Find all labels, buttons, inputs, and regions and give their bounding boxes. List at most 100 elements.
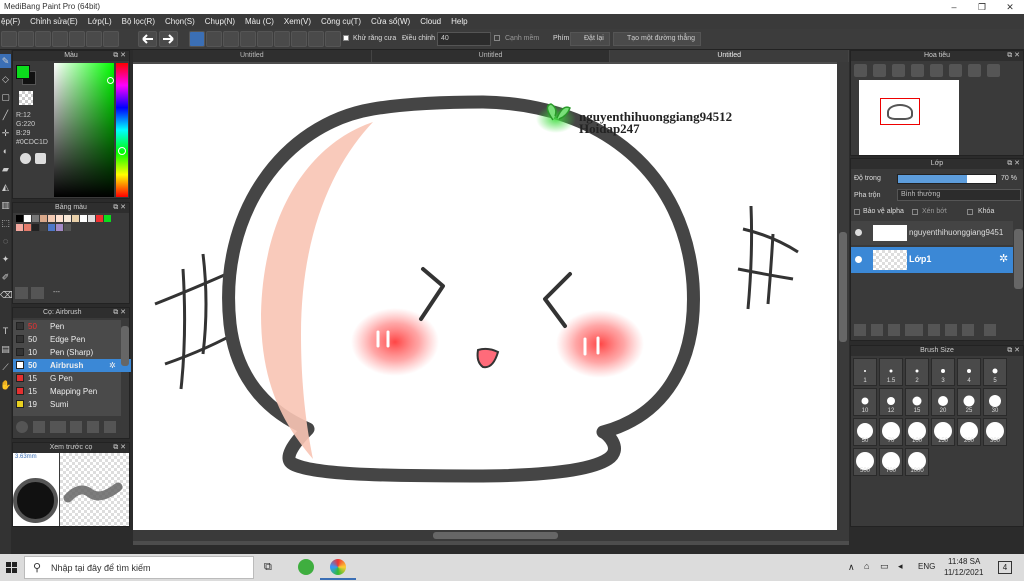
select-pen-icon[interactable]: ✐ — [0, 270, 11, 284]
frame-icon[interactable] — [103, 31, 119, 47]
menu-select[interactable]: Chọn(S) — [160, 17, 200, 26]
menu-layer[interactable]: Lớp(L) — [83, 17, 117, 26]
text-tool-icon[interactable]: T — [0, 324, 11, 338]
new-brush-icon[interactable] — [33, 421, 45, 433]
merge-layer-icon[interactable] — [962, 324, 974, 336]
new-1bit-layer-icon[interactable] — [888, 324, 900, 336]
operation-tool-icon[interactable]: ◐ — [0, 144, 11, 158]
undo-icon[interactable] — [138, 31, 157, 47]
notification-icon[interactable]: 4 — [998, 561, 1012, 574]
cloud-icon[interactable] — [1, 31, 17, 47]
canvas[interactable]: nguyenthihuonggiang94512 Hoidap247 — [133, 64, 837, 530]
concentric-snap-icon[interactable] — [274, 31, 290, 47]
speaker-icon[interactable]: ◂ — [898, 561, 903, 572]
divide-tool-icon[interactable]: ▤ — [0, 342, 11, 356]
brush-size-option[interactable]: 2 — [905, 358, 929, 386]
magic-wand-icon[interactable]: ✦ — [0, 252, 11, 266]
menu-file[interactable]: ệp(F) — [0, 17, 25, 26]
speech-bubble-icon[interactable] — [35, 31, 51, 47]
brush-size-option[interactable]: 20 — [931, 388, 955, 416]
brush-size-option[interactable]: 3 — [931, 358, 955, 386]
menu-edit[interactable]: Chỉnh sửa(E) — [25, 17, 83, 26]
brush-size-option[interactable]: 30 — [983, 388, 1007, 416]
brush-size-option[interactable]: 300 — [983, 418, 1007, 446]
eraser-tool-icon[interactable]: ◇ — [0, 72, 11, 86]
duplicate-brush-icon[interactable] — [104, 421, 116, 433]
color-picker-icon[interactable] — [35, 153, 46, 164]
parallel-snap-icon[interactable] — [206, 31, 222, 47]
brush-size-option[interactable]: 500 — [853, 448, 877, 476]
brush-folder-icon[interactable] — [87, 421, 99, 433]
layer-row[interactable]: nguyenthihuonggiang9451 — [851, 221, 1013, 245]
vertical-scrollbar[interactable] — [837, 62, 849, 532]
menu-filter[interactable]: Bộ lọc(R) — [117, 17, 160, 26]
brush-size-option[interactable]: 10 — [853, 388, 877, 416]
chat-icon[interactable] — [18, 31, 34, 47]
brush-size-option[interactable]: 100 — [905, 418, 929, 446]
brush-size-option[interactable]: 12 — [879, 388, 903, 416]
flip-icon[interactable] — [987, 64, 1000, 77]
lock-checkbox[interactable] — [967, 209, 973, 215]
radial-snap-icon[interactable] — [257, 31, 273, 47]
language-indicator[interactable]: ENG — [918, 562, 935, 571]
brush-settings-icon[interactable]: ✲ — [109, 359, 116, 372]
bucket-tool-icon[interactable]: ◭ — [0, 180, 11, 194]
straight-line-button[interactable]: Tạo một đường thẳng — [613, 32, 701, 46]
brush-size-option[interactable]: 25 — [957, 388, 981, 416]
brush-item-airbrush[interactable]: 50 Airbrush ✲ — [13, 359, 131, 372]
color-wheel-icon[interactable] — [20, 153, 31, 164]
brush-size-option[interactable]: 70 — [879, 418, 903, 446]
brush-size-option[interactable]: 200 — [957, 418, 981, 446]
layer-scrollbar[interactable] — [1014, 229, 1023, 289]
canvas-area[interactable]: nguyenthihuonggiang94512 Hoidap247 — [133, 62, 849, 545]
layer-row-selected[interactable]: Lớp1 ✲ — [851, 247, 1013, 273]
chevron-up-icon[interactable]: ∧ — [848, 562, 855, 573]
palette-swatches[interactable] — [16, 215, 120, 235]
horizontal-scroll-thumb[interactable] — [433, 532, 558, 539]
cross-snap-icon[interactable] — [223, 31, 239, 47]
brush-item-edge-pen[interactable]: 50 Edge Pen — [13, 333, 131, 346]
new-halftone-layer-icon[interactable] — [871, 324, 883, 336]
brush-list-scrollbar[interactable] — [121, 326, 129, 366]
close-button[interactable]: ✕ — [996, 0, 1024, 14]
network-icon[interactable]: ⌂ — [864, 561, 869, 571]
eyedropper-tool-icon[interactable]: ⟋ — [0, 360, 11, 374]
panel-icon[interactable] — [52, 31, 68, 47]
brush-tool-icon[interactable]: ✎ — [0, 54, 11, 68]
curve-snap-icon[interactable] — [291, 31, 307, 47]
reset-button[interactable]: Đặt lại — [570, 32, 610, 46]
cloud-brush-icon[interactable] — [16, 421, 28, 433]
menu-view[interactable]: Xem(V) — [279, 17, 316, 26]
tab-untitled-1[interactable]: Untitled — [133, 50, 372, 62]
redo-icon[interactable] — [159, 31, 178, 47]
snap-settings-icon[interactable] — [325, 31, 341, 47]
horizontal-scrollbar[interactable] — [133, 530, 849, 541]
vertical-scroll-thumb[interactable] — [839, 232, 847, 342]
antialias-checkbox[interactable] — [343, 35, 349, 41]
visibility-eye-icon[interactable] — [855, 229, 862, 236]
new-layer-icon[interactable] — [854, 324, 866, 336]
tab-untitled-3[interactable]: Untitled — [610, 50, 850, 62]
brush-size-option[interactable]: 5 — [983, 358, 1007, 386]
maximize-button[interactable]: ❐ — [968, 0, 996, 14]
actual-size-icon[interactable] — [911, 64, 924, 77]
rotate-right-icon[interactable] — [968, 64, 981, 77]
lasso-tool-icon[interactable]: ◌ — [0, 234, 11, 248]
gradient-tool-icon[interactable]: ▥ — [0, 198, 11, 212]
fill-tool-icon[interactable]: ▰ — [0, 162, 11, 176]
select-eraser-icon[interactable]: ⌫ — [0, 288, 13, 302]
edge-checkbox[interactable] — [494, 35, 500, 41]
brush-size-option[interactable]: 1000 — [905, 448, 929, 476]
saturation-value-picker[interactable] — [54, 63, 114, 197]
duplicate-layer-icon[interactable] — [945, 324, 957, 336]
protect-alpha-checkbox[interactable] — [854, 209, 860, 215]
brush-size-option[interactable]: 15 — [905, 388, 929, 416]
snap-off-icon[interactable] — [189, 31, 205, 47]
brush-size-option[interactable]: 4 — [957, 358, 981, 386]
hand-tool-icon[interactable]: ✋ — [0, 378, 11, 392]
zoom-in-icon[interactable] — [854, 64, 867, 77]
dot-tool-icon[interactable]: ▢ — [0, 90, 11, 104]
transparent-color[interactable] — [19, 91, 33, 105]
brush-size-option[interactable]: 700 — [879, 448, 903, 476]
layer-folder-icon[interactable] — [928, 324, 940, 336]
